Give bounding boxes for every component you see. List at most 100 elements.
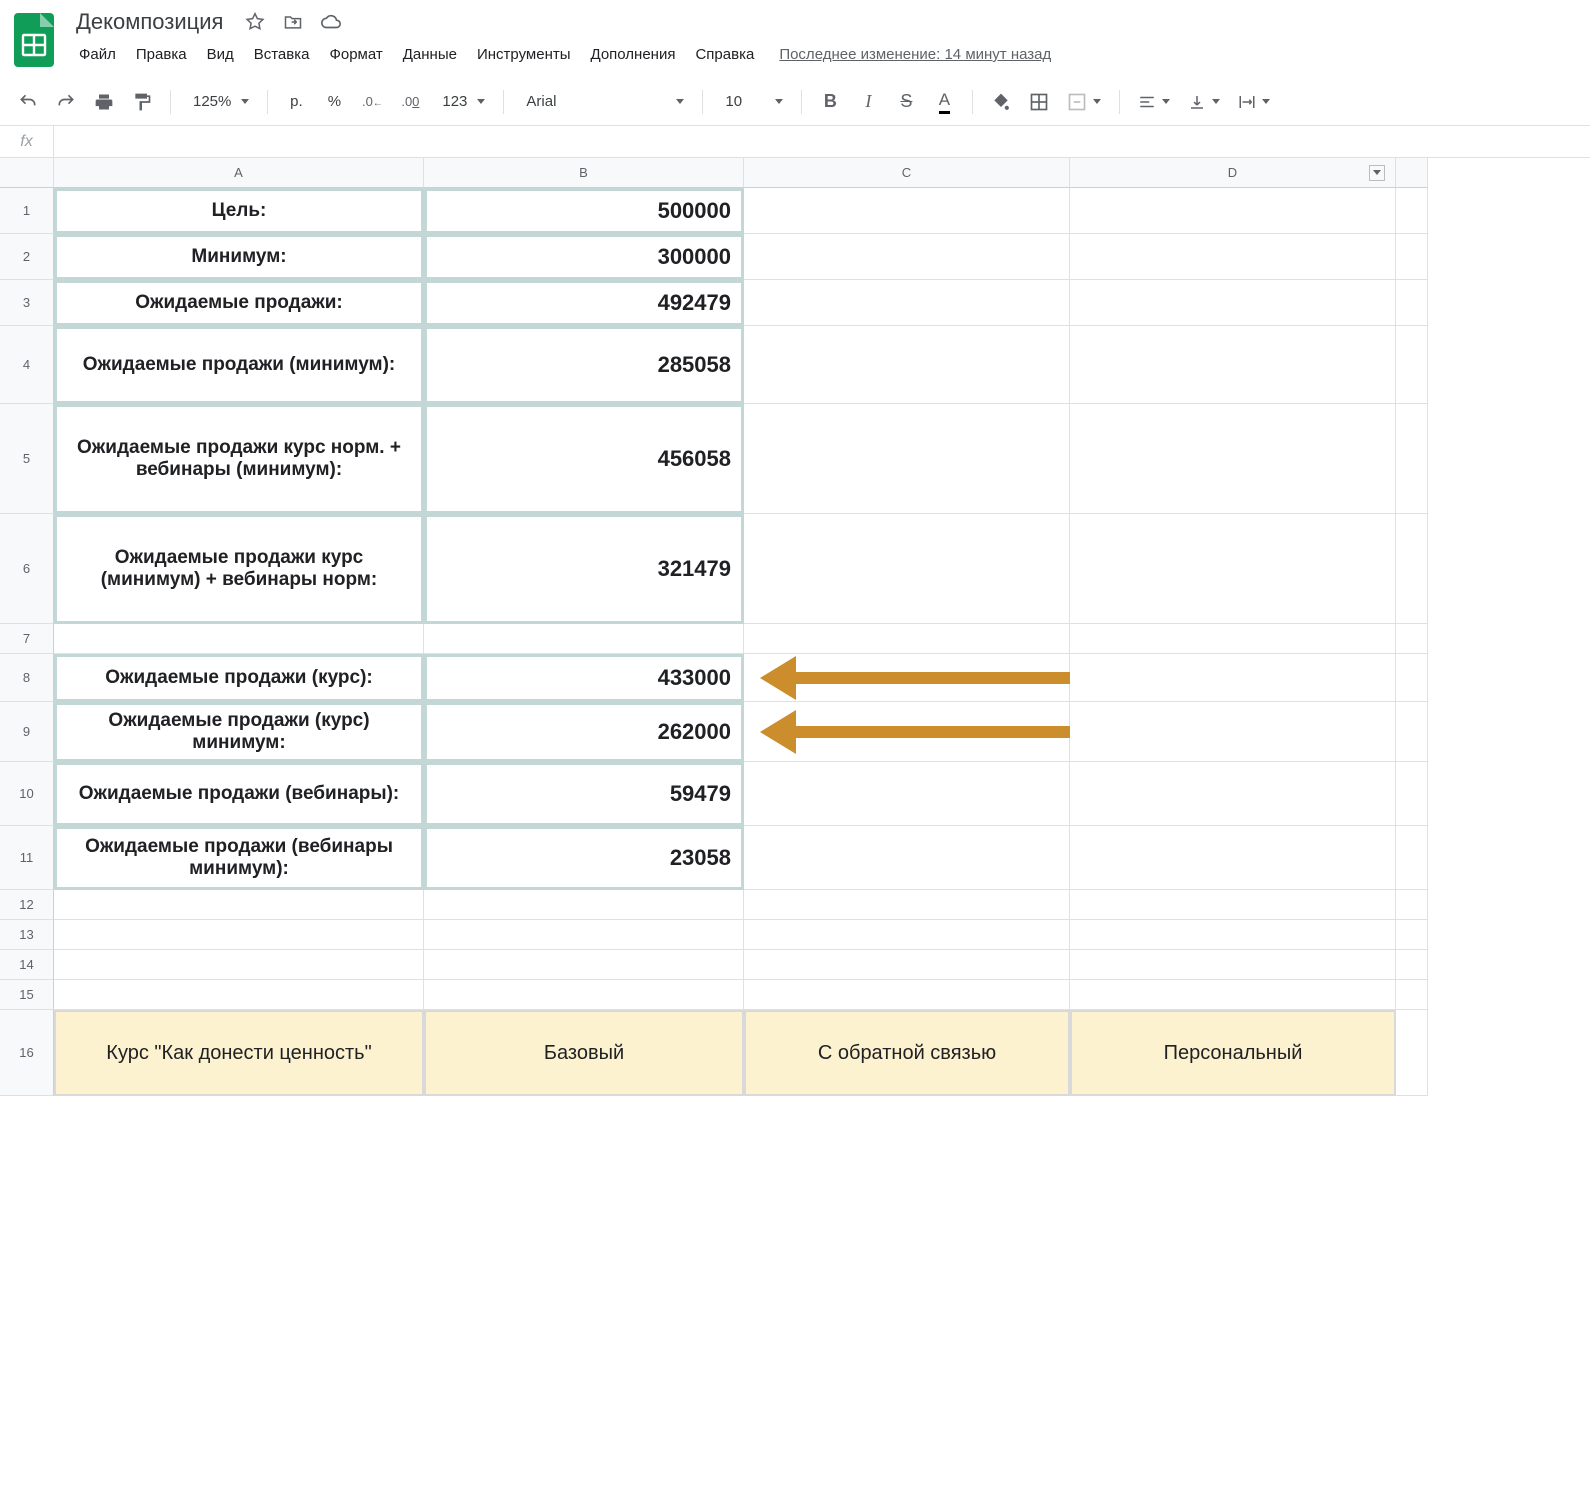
zoom-dropdown[interactable]: 125% <box>185 93 253 110</box>
cell[interactable] <box>1070 980 1396 1010</box>
row-header[interactable]: 10 <box>0 762 54 826</box>
cell[interactable] <box>744 280 1070 326</box>
cell[interactable] <box>1396 980 1428 1010</box>
cell[interactable] <box>1396 1010 1428 1096</box>
cell[interactable] <box>1396 514 1428 624</box>
spreadsheet-grid[interactable]: ABCD1Цель:5000002Минимум:3000003Ожидаемы… <box>0 158 1590 1096</box>
select-all-corner[interactable] <box>0 158 54 188</box>
font-dropdown[interactable]: Arial <box>518 93 688 110</box>
col-header-D[interactable]: D <box>1070 158 1396 188</box>
cell[interactable] <box>1396 234 1428 280</box>
cell-value[interactable]: 321479 <box>424 514 744 624</box>
cell[interactable] <box>1396 762 1428 826</box>
cell[interactable]: Базовый <box>424 1010 744 1096</box>
cell[interactable] <box>54 950 424 980</box>
cell[interactable] <box>54 890 424 920</box>
col-header-C[interactable]: C <box>744 158 1070 188</box>
row-header[interactable]: 5 <box>0 404 54 514</box>
cell[interactable] <box>1396 326 1428 404</box>
cell[interactable] <box>744 234 1070 280</box>
cell[interactable] <box>424 920 744 950</box>
row-header[interactable]: 16 <box>0 1010 54 1096</box>
menu-addons[interactable]: Дополнения <box>582 40 685 69</box>
menu-edit[interactable]: Правка <box>127 40 196 69</box>
cell[interactable] <box>1070 624 1396 654</box>
menu-file[interactable]: Файл <box>70 40 125 69</box>
decrease-decimal-icon[interactable]: .0← <box>358 88 386 116</box>
undo-icon[interactable] <box>14 88 42 116</box>
cell[interactable] <box>744 950 1070 980</box>
row-header[interactable]: 4 <box>0 326 54 404</box>
cell[interactable] <box>1396 188 1428 234</box>
cell-label[interactable]: Ожидаемые продажи (вебинары): <box>54 762 424 826</box>
cell-label[interactable]: Ожидаемые продажи (минимум): <box>54 326 424 404</box>
filter-icon[interactable] <box>1369 165 1385 181</box>
cell[interactable] <box>1070 234 1396 280</box>
cell[interactable] <box>1070 654 1396 702</box>
cell[interactable] <box>1396 890 1428 920</box>
cell[interactable] <box>424 890 744 920</box>
menu-tools[interactable]: Инструменты <box>468 40 580 69</box>
cell[interactable] <box>744 826 1070 890</box>
menu-format[interactable]: Формат <box>320 40 391 69</box>
text-color-icon[interactable]: A <box>930 88 958 116</box>
cell[interactable]: С обратной связью <box>744 1010 1070 1096</box>
cell-label[interactable]: Цель: <box>54 188 424 234</box>
cell[interactable] <box>1070 514 1396 624</box>
cell-label[interactable]: Ожидаемые продажи курс норм. + вебинары … <box>54 404 424 514</box>
percent-format-button[interactable]: % <box>320 88 348 116</box>
row-header[interactable]: 14 <box>0 950 54 980</box>
cell[interactable] <box>424 980 744 1010</box>
cell[interactable] <box>744 920 1070 950</box>
cell-label[interactable]: Ожидаемые продажи (вебинары минимум): <box>54 826 424 890</box>
borders-icon[interactable] <box>1025 88 1053 116</box>
doc-title[interactable]: Декомпозиция <box>70 7 229 37</box>
cell[interactable] <box>1070 762 1396 826</box>
cell[interactable]: Курс "Как донести ценность" <box>54 1010 424 1096</box>
increase-decimal-icon[interactable]: .00 <box>396 88 424 116</box>
cell[interactable] <box>1070 188 1396 234</box>
h-align-dropdown[interactable] <box>1134 93 1174 111</box>
cell-label[interactable]: Ожидаемые продажи (курс): <box>54 654 424 702</box>
menu-view[interactable]: Вид <box>198 40 243 69</box>
row-header[interactable]: 6 <box>0 514 54 624</box>
cell[interactable] <box>744 514 1070 624</box>
cell[interactable] <box>744 702 1070 762</box>
cell[interactable] <box>1070 890 1396 920</box>
cell-label[interactable]: Ожидаемые продажи: <box>54 280 424 326</box>
row-header[interactable]: 7 <box>0 624 54 654</box>
row-header[interactable]: 12 <box>0 890 54 920</box>
star-icon[interactable] <box>243 10 267 34</box>
cell[interactable] <box>1070 404 1396 514</box>
cell-value[interactable]: 500000 <box>424 188 744 234</box>
row-header[interactable]: 8 <box>0 654 54 702</box>
cell[interactable] <box>744 624 1070 654</box>
cell[interactable] <box>1070 950 1396 980</box>
cell[interactable] <box>1396 404 1428 514</box>
row-header[interactable]: 11 <box>0 826 54 890</box>
row-header[interactable]: 15 <box>0 980 54 1010</box>
cell[interactable] <box>1070 826 1396 890</box>
more-formats-dropdown[interactable]: 123 <box>434 93 489 110</box>
cell[interactable] <box>1396 702 1428 762</box>
cell[interactable] <box>744 762 1070 826</box>
cell[interactable] <box>744 890 1070 920</box>
col-header-A[interactable]: A <box>54 158 424 188</box>
row-header[interactable]: 1 <box>0 188 54 234</box>
cell[interactable] <box>744 188 1070 234</box>
cell[interactable]: Персональный <box>1070 1010 1396 1096</box>
cell-value[interactable]: 492479 <box>424 280 744 326</box>
formula-input[interactable] <box>54 126 1590 157</box>
cell[interactable] <box>1070 326 1396 404</box>
text-wrap-dropdown[interactable] <box>1234 93 1274 111</box>
cell[interactable] <box>424 624 744 654</box>
cell[interactable] <box>1396 950 1428 980</box>
font-size-dropdown[interactable]: 10 <box>717 93 787 110</box>
cell[interactable] <box>1396 920 1428 950</box>
v-align-dropdown[interactable] <box>1184 93 1224 111</box>
menu-data[interactable]: Данные <box>394 40 466 69</box>
cell-value[interactable]: 23058 <box>424 826 744 890</box>
cell[interactable] <box>1070 702 1396 762</box>
fill-color-icon[interactable] <box>987 88 1015 116</box>
row-header[interactable]: 13 <box>0 920 54 950</box>
